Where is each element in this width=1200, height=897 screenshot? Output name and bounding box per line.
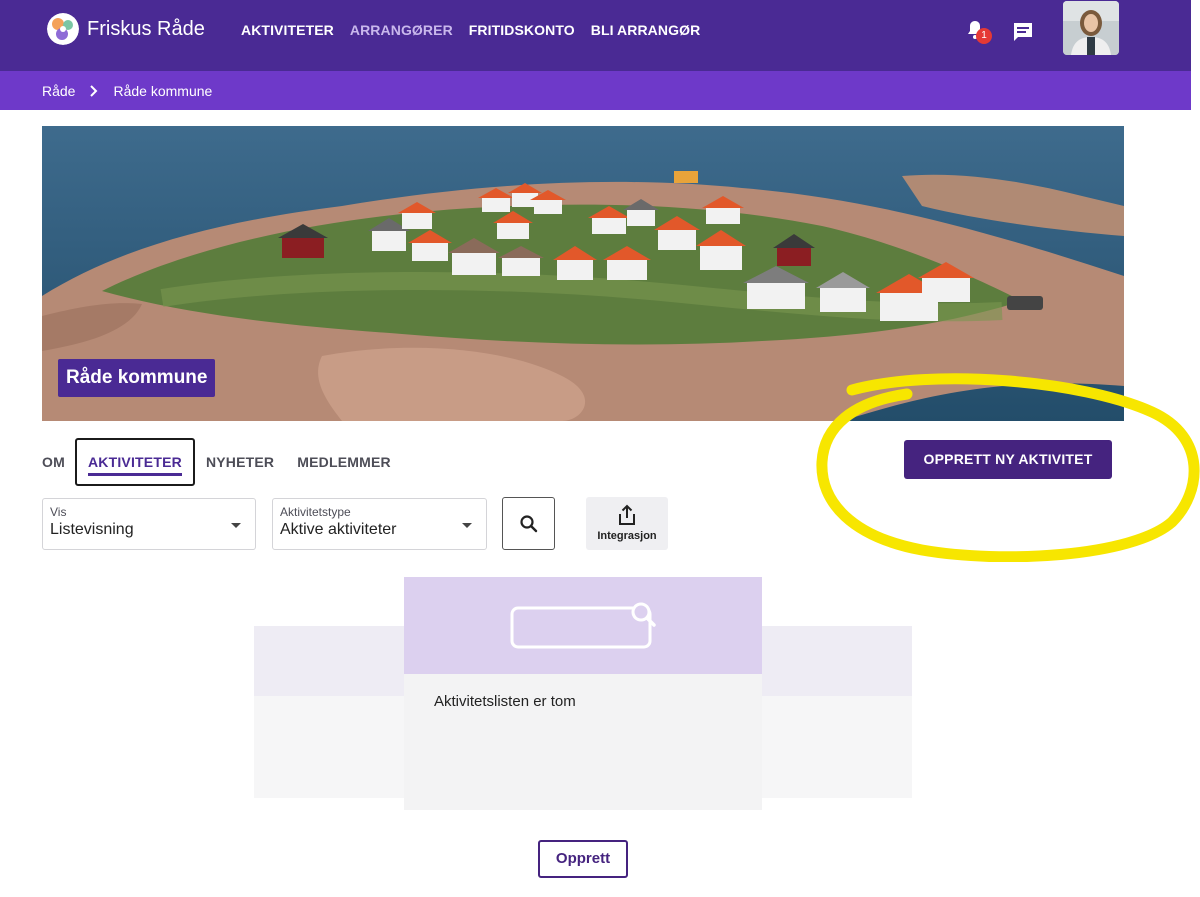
avatar-photo: [1063, 1, 1119, 55]
top-navigation-bar: Friskus Råde AKTIVITETER ARRANGØRER FRIT…: [0, 0, 1191, 71]
empty-state-card: Aktivitetslisten er tom: [404, 577, 762, 810]
tab-aktiviteter[interactable]: AKTIVITETER: [74, 438, 195, 486]
empty-state-header: [404, 577, 762, 674]
user-avatar[interactable]: [1063, 1, 1119, 55]
breadcrumb-rade[interactable]: Råde: [42, 83, 75, 99]
nav-fritidskonto[interactable]: FRITIDSKONTO: [469, 22, 575, 38]
chevron-right-icon: [90, 84, 98, 97]
page-tabs: OM AKTIVITETER NYHETER MEDLEMMER: [42, 438, 391, 486]
nav-arrangorer[interactable]: ARRANGØRER: [350, 22, 453, 38]
tab-aktiviteter-label: AKTIVITETER: [87, 454, 182, 476]
tab-medlemmer[interactable]: MEDLEMMER: [297, 438, 391, 486]
notification-count-badge: 1: [976, 28, 992, 44]
integration-label: Integrasjon: [597, 530, 657, 542]
brand-name: Friskus Råde: [87, 17, 205, 40]
activity-type-select[interactable]: Aktivitetstype Aktive aktiviteter: [272, 498, 487, 550]
hero-title: Råde kommune: [58, 359, 216, 397]
caret-down-icon: [231, 523, 241, 528]
caret-down-icon: [462, 523, 472, 528]
search-button[interactable]: [502, 497, 555, 550]
create-activity-button[interactable]: OPPRETT NY AKTIVITET: [904, 440, 1112, 479]
tab-om[interactable]: OM: [42, 438, 65, 486]
empty-search-icon: [510, 602, 656, 649]
tab-medlemmer-label: MEDLEMMER: [297, 454, 391, 470]
notifications-button[interactable]: 1: [963, 18, 992, 46]
messages-button[interactable]: [1011, 20, 1035, 44]
tab-nyheter[interactable]: NYHETER: [206, 438, 274, 486]
search-icon: [519, 514, 537, 532]
friskus-logo-icon: [47, 13, 79, 45]
activity-type-value: Aktive aktiviteter: [280, 521, 397, 538]
main-nav: AKTIVITETER ARRANGØRER FRITIDSKONTO BLI …: [241, 22, 700, 38]
tab-om-label: OM: [42, 454, 65, 470]
vis-value: Listevisning: [50, 521, 134, 538]
brand[interactable]: Friskus Råde: [47, 13, 205, 45]
activity-type-label: Aktivitetstype: [280, 505, 351, 519]
tab-nyheter-label: NYHETER: [205, 454, 275, 470]
nav-bli-arrangor[interactable]: BLI ARRANGØR: [591, 22, 701, 38]
empty-state-message: Aktivitetslisten er tom: [434, 693, 576, 710]
breadcrumb-rade-kommune[interactable]: Råde kommune: [113, 83, 212, 99]
vis-label: Vis: [50, 505, 67, 519]
opprett-button[interactable]: Opprett: [538, 840, 628, 878]
vis-select[interactable]: Vis Listevisning: [42, 498, 256, 550]
integration-button[interactable]: Integrasjon: [586, 497, 668, 550]
nav-aktiviteter[interactable]: AKTIVITETER: [241, 22, 334, 38]
breadcrumb: Råde Råde kommune: [0, 71, 1191, 110]
chat-icon: [1014, 23, 1032, 41]
share-upload-icon: [619, 504, 635, 525]
